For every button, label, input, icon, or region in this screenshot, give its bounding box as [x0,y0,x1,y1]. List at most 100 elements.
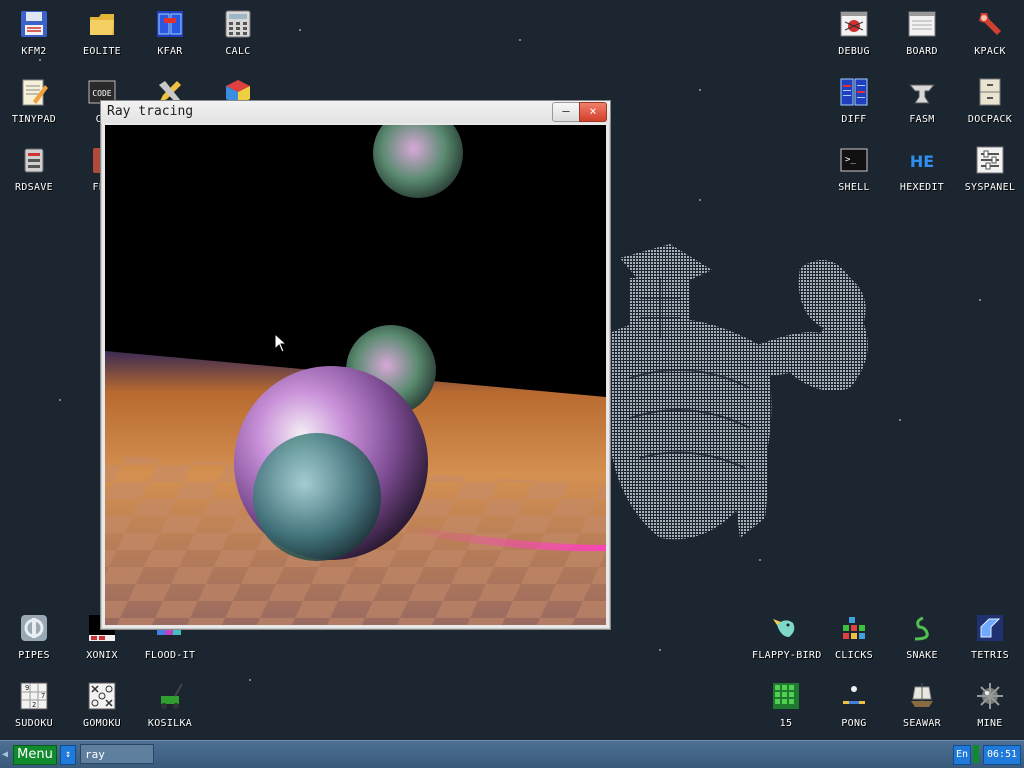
close-button[interactable]: × [579,102,607,122]
desktop-icon-label: SNAKE [906,650,938,661]
desktop-icon-label: KPACK [974,46,1006,57]
desktop-icon-hexedit[interactable]: HE HEXEDIT [888,136,956,198]
board-icon [906,8,938,40]
desktop-icon-label: DIFF [841,114,867,125]
desktop-icon-label: SUDOKU [15,718,53,729]
floppy-icon [18,8,50,40]
desktop-icon-label: KFM2 [21,46,47,57]
desktop-icon-label: SEAWAR [903,718,941,729]
desktop-icon-pong[interactable]: PONG [820,672,888,734]
desktop-icon-15[interactable]: 15 [752,672,820,734]
desktop-icon-label: BOARD [906,46,938,57]
folder-icon [86,8,118,40]
wallpaper-treehouse [608,244,868,540]
desktop-icon-label: PONG [841,718,867,729]
desktop-icon-fasm[interactable]: FASM [888,68,956,130]
bird-icon [770,612,802,644]
taskbar: ◀ Menu ↕ ray En 06:51 [0,740,1024,768]
sudoku-digit: 9 [25,684,29,692]
taskbar-scroll-left-icon[interactable]: ◀ [2,749,8,760]
desktop-icon-kosilka[interactable]: KOSILKA [136,672,204,734]
desktop-icon-label: SHELL [838,182,870,193]
desktop-icon-flappy-bird[interactable]: FLAPPY-BIRD [752,604,821,666]
keyboard-layout-indicator[interactable]: En [953,745,971,765]
desktop-icon-label: CALC [225,46,251,57]
desktop-icon-snake[interactable]: SNAKE [888,604,956,666]
diff-icon [838,76,870,108]
sliders-icon [974,144,1006,176]
desktop-icon-rdsave[interactable]: RDSAVE [0,136,68,198]
desktop-icon-label: EOLITE [83,46,121,57]
window-title: Ray tracing [107,104,194,119]
render-canvas[interactable] [105,125,606,625]
desktop-icon-calc[interactable]: CALC [204,0,272,62]
task-switch-button[interactable]: ↕ [60,745,76,765]
desktop-icon-label: KFAR [157,46,183,57]
ship-icon [906,680,938,712]
file-manager-icon [154,8,186,40]
desktop-icon-sudoku[interactable]: 9 72 SUDOKU [0,672,68,734]
desktop-icon-label: TETRIS [971,650,1009,661]
sudoku-digit: 7 [41,692,45,700]
desktop-icon-label: FLOOD-IT [144,650,196,661]
notepad-icon [18,76,50,108]
desktop-icon-eolite[interactable]: EOLITE [68,0,136,62]
ray-traced-scene [105,125,606,625]
ray-tracing-window[interactable]: Ray tracing – × [100,100,611,630]
pipes-icon [18,612,50,644]
gomoku-icon [86,680,118,712]
clock[interactable]: 06:51 [983,745,1021,765]
desktop-icon-label: 15 [779,718,793,729]
desktop-icon-label: PIPES [18,650,50,661]
sudoku-icon: 9 72 [18,680,50,712]
desktop-icon-board[interactable]: BOARD [888,0,956,62]
desktop-icon-diff[interactable]: DIFF [820,68,888,130]
snake-icon [906,612,938,644]
desktop-icon-syspanel[interactable]: SYSPANEL [956,136,1024,198]
desktop-icon-tetris[interactable]: TETRIS [956,604,1024,666]
sudoku-digit: 2 [32,701,36,709]
hex-icon: HE [906,144,938,176]
menu-button[interactable]: Menu [13,745,57,765]
desktop-icon-label: DEBUG [838,46,870,57]
desktop-icon-label: HEXEDIT [899,182,945,193]
desktop-icon-clicks[interactable]: CLICKS [820,604,888,666]
desktop-icon-label: FASM [909,114,935,125]
bug-icon [838,8,870,40]
save-icon [18,144,50,176]
desktop-icon-label: KOSILKA [147,718,193,729]
desktop: KFM2 EOLITE KFAR CALC TINYPAD CODE CE [0,0,1024,740]
desktop-icon-label: DOCPACK [967,114,1013,125]
desktop-icon-label: MINE [977,718,1003,729]
grid15-icon [770,680,802,712]
desktop-icon-label: XONIX [86,650,118,661]
anvil-icon [906,76,938,108]
desktop-icon-seawar[interactable]: SEAWAR [888,672,956,734]
desktop-icon-label: TINYPAD [11,114,57,125]
svg-text:>_: >_ [845,155,856,165]
desktop-icon-kfm2[interactable]: KFM2 [0,0,68,62]
wrench-icon [974,8,1006,40]
svg-text:HE: HE [910,152,934,171]
calculator-icon [222,8,254,40]
mower-icon [154,680,186,712]
desktop-icon-kpack[interactable]: KPACK [956,0,1024,62]
desktop-icon-tinypad[interactable]: TINYPAD [0,68,68,130]
desktop-icon-shell[interactable]: >_ SHELL [820,136,888,198]
desktop-icon-kfar[interactable]: KFAR [136,0,204,62]
desktop-icon-label: RDSAVE [15,182,53,193]
desktop-icon-label: GOMOKU [83,718,121,729]
desktop-icon-pipes[interactable]: PIPES [0,604,68,666]
window-titlebar[interactable]: Ray tracing – × [101,101,610,123]
desktop-icon-mine[interactable]: MINE [956,672,1024,734]
mouse-cursor-icon [274,333,288,353]
minimize-button[interactable]: – [552,102,580,122]
cabinet-icon [974,76,1006,108]
status-indicator [973,745,979,763]
desktop-icon-debug[interactable]: DEBUG [820,0,888,62]
desktop-icon-docpack[interactable]: DOCPACK [956,68,1024,130]
desktop-icon-gomoku[interactable]: GOMOKU [68,672,136,734]
blocks-icon [838,612,870,644]
taskbar-item-ray[interactable]: ray [80,744,154,764]
terminal-icon: >_ [838,144,870,176]
